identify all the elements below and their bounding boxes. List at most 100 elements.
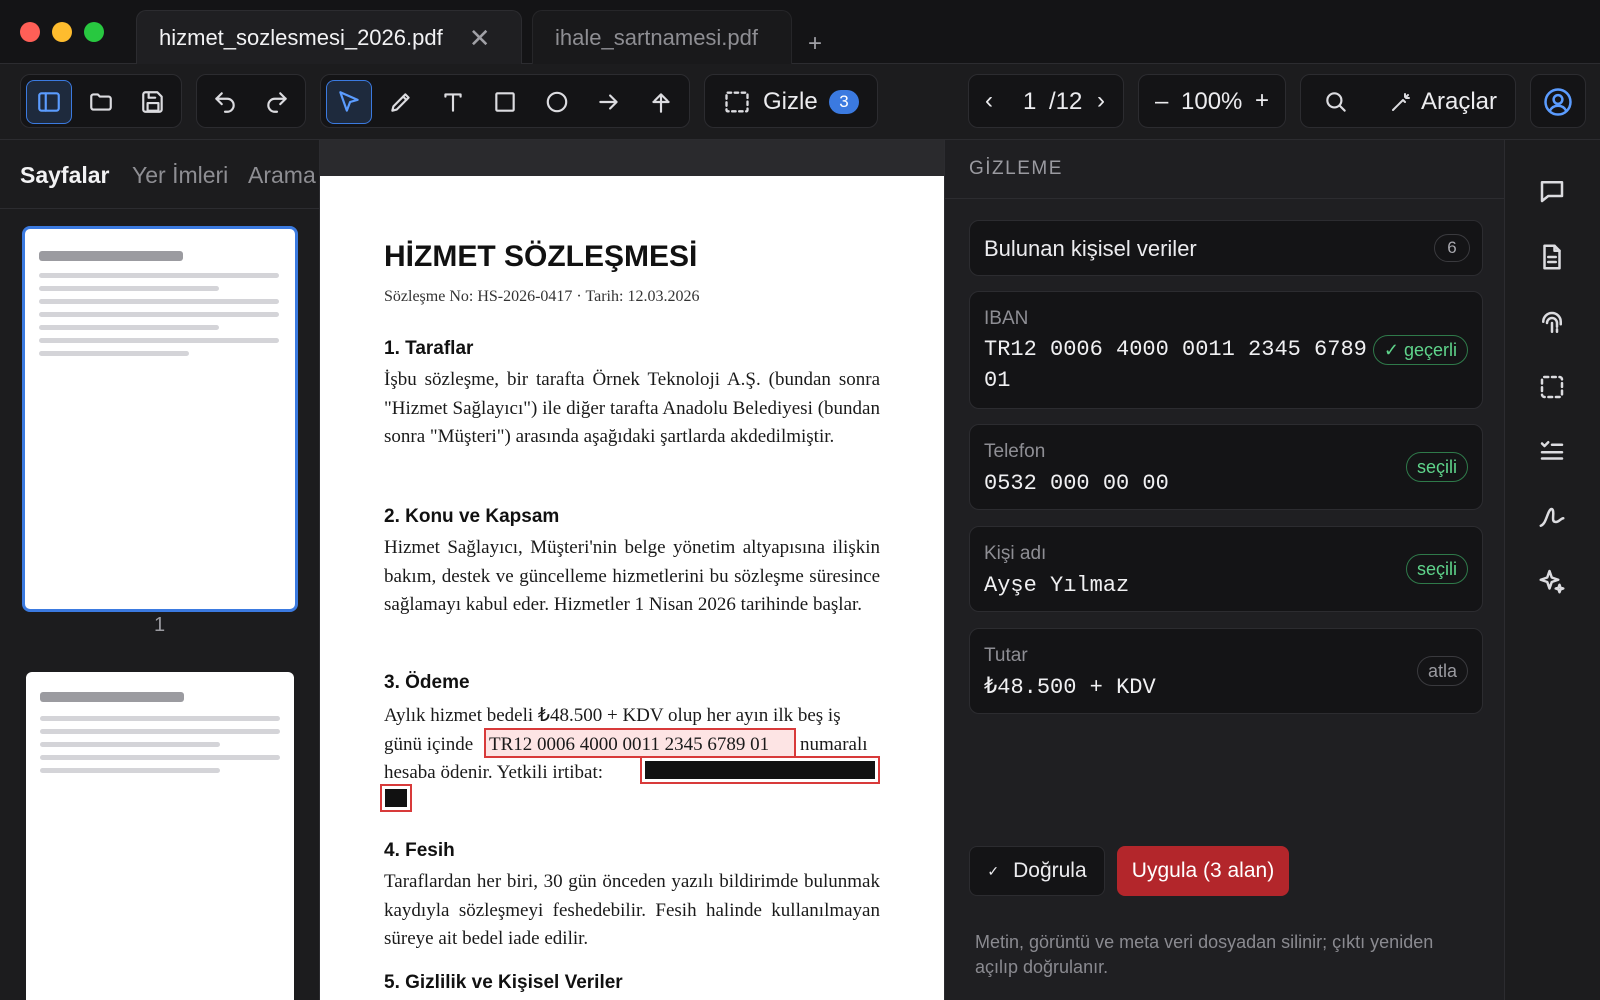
close-icon[interactable]: ✕ (469, 25, 491, 51)
page-thumbnail-1[interactable] (22, 226, 298, 612)
prev-page-button[interactable]: ‹ (985, 87, 993, 115)
zoom-out-button[interactable]: – (1155, 88, 1168, 116)
signature-button[interactable] (1537, 502, 1567, 532)
name-redaction-fill (385, 789, 407, 807)
verify-label: Doğrula (1013, 859, 1087, 882)
redaction-panel: GİZLEME Bulunan kişisel veriler 6 IBAN T… (944, 140, 1505, 1000)
thumb-line (39, 338, 279, 343)
sidebar-toggle-button[interactable] (26, 80, 72, 124)
next-page-button[interactable]: › (1097, 87, 1105, 115)
thumb-line (40, 755, 280, 760)
minimize-window-button[interactable] (52, 22, 72, 42)
arrow-icon (599, 94, 618, 110)
status-badge-skip[interactable]: atla (1416, 656, 1468, 686)
zoom-control: – 100% + (1138, 74, 1286, 128)
folder-icon (90, 93, 112, 111)
zoom-window-button[interactable] (84, 22, 104, 42)
finding-value-line-1: TR12 0006 4000 0011 2345 6789 (984, 337, 1367, 362)
thumb-line (39, 273, 279, 278)
user-icon (1544, 88, 1572, 116)
select-tool-button[interactable] (326, 80, 372, 124)
pen-tool-button[interactable] (378, 80, 424, 124)
verify-button[interactable]: ✓ Doğrula (969, 846, 1105, 896)
thumb-line (40, 729, 280, 734)
thumb-line (39, 286, 219, 291)
fingerprint-button[interactable] (1537, 308, 1567, 338)
tab-yer-imleri[interactable]: Yer İmleri (132, 162, 228, 189)
summary-count-badge: 6 (1434, 234, 1470, 262)
section-2-title: 2. Konu ve Kapsam (384, 506, 560, 527)
wand-icon (1392, 93, 1410, 111)
ai-assist-button[interactable] (1537, 566, 1567, 596)
user-button[interactable] (1530, 74, 1586, 128)
upload-icon (652, 93, 670, 113)
iban-text: TR12 0006 4000 0011 2345 6789 01 (489, 734, 770, 755)
finding-phone[interactable]: Telefon 0532 000 00 00 seçili (969, 424, 1483, 510)
finding-value-line-2: 01 (984, 368, 1011, 393)
comments-button[interactable] (1537, 176, 1567, 206)
status-badge-selected[interactable]: seçili (1405, 554, 1468, 584)
page-current-input[interactable]: 1 (1023, 88, 1036, 116)
search-button[interactable] (1313, 80, 1359, 124)
redo-button[interactable] (254, 80, 300, 124)
finding-person-name[interactable]: Kişi adı Ayşe Yılmaz seçili (969, 526, 1483, 612)
summary-label: Bulunan kişisel veriler (984, 236, 1197, 261)
status-badge-valid[interactable]: ✓ geçerli (1372, 335, 1468, 365)
pen-icon (391, 93, 410, 112)
document-info-button[interactable] (1537, 242, 1567, 272)
finding-amount[interactable]: Tutar ₺48.500 + KDV atla (969, 628, 1483, 714)
rectangle-tool-button[interactable] (482, 80, 528, 124)
redact-panel-button[interactable] (1537, 372, 1567, 402)
save-button[interactable] (130, 80, 176, 124)
status-badge-selected[interactable]: seçili (1405, 452, 1468, 482)
history-group (196, 74, 306, 128)
tools-menu-button[interactable]: Araçlar (1389, 75, 1513, 129)
page-thumbnail-2[interactable] (26, 672, 294, 1000)
stamp-tool-button[interactable] (638, 80, 684, 124)
redact-label: Gizle (763, 88, 818, 115)
undo-button[interactable] (202, 80, 248, 124)
zoom-in-button[interactable]: + (1255, 87, 1269, 115)
rectangle-icon (495, 92, 515, 112)
text-tool-button[interactable] (430, 80, 476, 124)
finding-label: Tutar (984, 645, 1028, 666)
file-tools-group (20, 74, 182, 128)
section-5-title: 5. Gizlilik ve Kişisel Veriler (384, 972, 623, 993)
apply-button[interactable]: Uygula (3 alan) (1117, 846, 1289, 896)
checklist-button[interactable] (1537, 436, 1567, 466)
thumb-line (40, 742, 220, 747)
page-total: /12 (1049, 88, 1083, 115)
circle-tool-button[interactable] (534, 80, 580, 124)
redact-area-icon (1540, 375, 1564, 399)
redact-count-badge: 3 (829, 90, 859, 114)
document-page[interactable]: HİZMET SÖZLEŞMESİ Sözleşme No: HS-2026-0… (320, 176, 944, 1000)
page-thumbnail-label: 1 (154, 614, 166, 636)
tab-hizmet-sozlesmesi[interactable]: hizmet_sozlesmesi_2026.pdf ✕ (136, 10, 522, 64)
section-3-title: 3. Ödeme (384, 672, 470, 693)
annotation-tools-group (320, 74, 690, 128)
thumb-line (40, 716, 280, 721)
thumb-line (39, 325, 219, 330)
close-window-button[interactable] (20, 22, 40, 42)
finding-iban[interactable]: IBAN TR12 0006 4000 0011 2345 6789 01 ✓ … (969, 291, 1483, 409)
thumb-line (40, 768, 220, 773)
redo-icon (267, 92, 287, 113)
summary-card[interactable]: Bulunan kişisel veriler 6 (969, 220, 1483, 276)
thumb-line (39, 312, 279, 317)
checklist-icon (1540, 441, 1564, 460)
pages-sidebar: Sayfalar Yer İmleri Arama 1 (0, 140, 320, 1000)
redact-button[interactable]: Gizle 3 (704, 74, 878, 128)
new-tab-button[interactable]: + (808, 30, 822, 58)
tools-label: Araçlar (1421, 88, 1498, 115)
section-1-text: İşbu sözleşme, bir tarafta Örnek Teknolo… (384, 369, 880, 447)
tab-ihale-sartnamesi[interactable]: ihale_sartnamesi.pdf (532, 10, 792, 64)
document-viewer[interactable]: HİZMET SÖZLEŞMESİ Sözleşme No: HS-2026-0… (320, 140, 944, 1000)
sidebar-toggle-icon (38, 92, 60, 112)
open-file-button[interactable] (78, 80, 124, 124)
arrow-tool-button[interactable] (586, 80, 632, 124)
finding-label: IBAN (984, 308, 1029, 329)
tab-sayfalar[interactable]: Sayfalar (20, 162, 110, 189)
zoom-level: 100% (1181, 88, 1243, 115)
sidebar-divider (0, 208, 319, 209)
tab-arama[interactable]: Arama (248, 162, 316, 189)
